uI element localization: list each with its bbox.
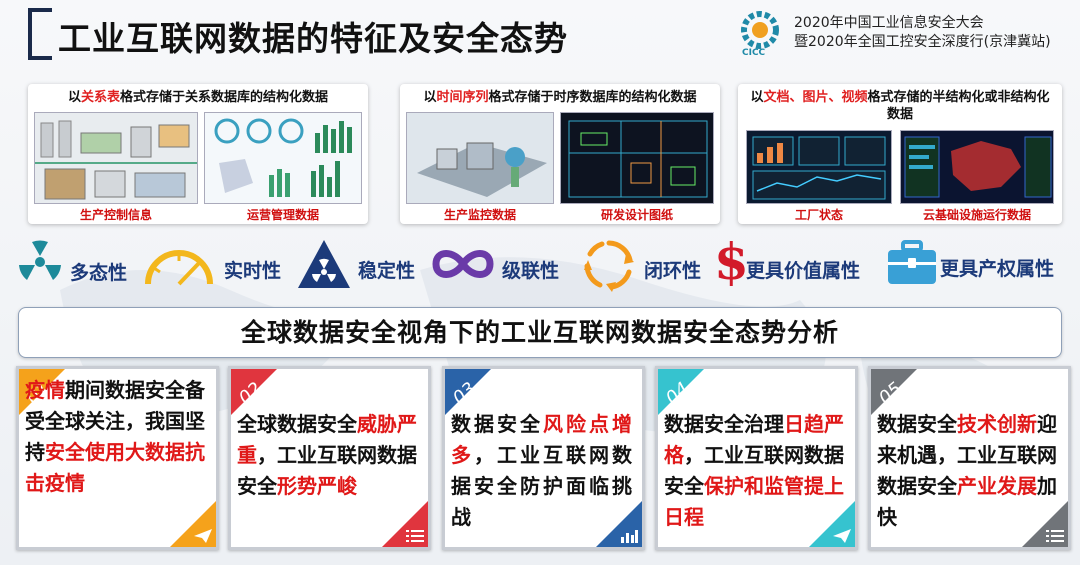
- highlight-text: 安全使用大数据抗击疫情: [25, 440, 205, 495]
- trend-card-05: 05 数据安全技术创新迎来机遇，工业互联网数据安全产业发展加快: [868, 366, 1071, 550]
- attribute-closedloop: 闭环性: [582, 236, 722, 296]
- card-text: 疫情期间数据安全备受全球关注，我国坚持安全使用大数据抗击疫情: [25, 375, 210, 499]
- cloud-infra-screenshot: [900, 130, 1054, 204]
- briefcase-icon: [888, 240, 936, 284]
- paper-plane-icon: [833, 529, 851, 543]
- panel-heading: 以文档、图片、视频格式存储的半结构化或非结构化数据: [750, 90, 1050, 122]
- data-panel-unstructured: 以文档、图片、视频格式存储的半结构化或非结构化数据 工厂状态 云基础设施运行数据: [738, 84, 1062, 224]
- bar-chart-icon: [621, 530, 638, 543]
- card-text: 全球数据安全威胁严重，工业互联网数据安全形势严峻: [237, 409, 422, 502]
- trend-card-03: 03 数据安全风险点增多，工业互联网数据安全防护面临挑战: [442, 366, 645, 550]
- radiation-icon: [19, 240, 61, 280]
- trend-card-01: 01 疫情期间数据安全备受全球关注，我国坚持安全使用大数据抗击疫情: [16, 366, 219, 550]
- conference-line-1: 2020年中国工业信息安全大会: [794, 15, 984, 31]
- speedometer-icon: [145, 250, 213, 286]
- attribute-realtime: 实时性: [142, 236, 292, 296]
- attribute-label: 稳定性: [358, 260, 416, 282]
- panel-heading: 以关系表格式存储于关系数据库的结构化数据: [67, 90, 329, 105]
- trend-card-04: 04 数据安全治理日趋严格，工业互联网数据安全保护和监管提上日程: [655, 366, 858, 550]
- caption-factory-status: 工厂状态: [794, 208, 843, 222]
- highlight-text: 产业发展: [957, 474, 1037, 498]
- body-text: 全球数据安全: [237, 412, 357, 436]
- production-monitor-screenshot: [406, 112, 554, 204]
- page-title: 工业互联网数据的特征及安全态势: [58, 19, 568, 58]
- highlight-text: 形势严峻: [277, 474, 357, 498]
- attribute-label: 闭环性: [644, 260, 702, 282]
- data-panel-relational: 以关系表格式存储于关系数据库的结构化数据 生产控制信息 运营管理数据: [28, 84, 368, 224]
- attribute-cascade: 级联性: [430, 236, 580, 296]
- hazard-triangle-icon: [298, 240, 350, 288]
- body-text: 数据安全治理: [664, 412, 784, 436]
- conference-line-2: 暨2020年全国工控安全深度行(京津冀站): [794, 34, 1051, 50]
- attribute-polymorphism: 多态性: [14, 236, 154, 296]
- caption-cloud-infra: 云基础设施运行数据: [922, 208, 1031, 222]
- caption-production-monitor: 生产监控数据: [443, 208, 516, 222]
- body-text: 数据安全: [877, 412, 957, 436]
- analysis-banner: 全球数据安全视角下的工业互联网数据安全态势分析: [18, 307, 1062, 358]
- caption-operations-data: 运营管理数据: [246, 208, 319, 222]
- caption-production-control: 生产控制信息: [79, 208, 152, 222]
- cycle-arrows-icon: [584, 240, 634, 292]
- title-bracket: [28, 8, 52, 60]
- svg-text:CICC: CICC: [742, 48, 766, 56]
- panel-heading: 以时间序列格式存储于时序数据库的结构化数据: [423, 90, 697, 105]
- paper-plane-icon: [194, 529, 212, 543]
- infinity-icon: [432, 250, 494, 278]
- conference-info: 2020年中国工业信息安全大会 暨2020年全国工控安全深度行(京津冀站): [794, 14, 1051, 52]
- factory-status-screenshot: [746, 130, 892, 204]
- attribute-stability: 稳定性: [296, 236, 426, 296]
- cicc-logo-icon: CICC: [741, 11, 779, 56]
- attribute-label: 实时性: [224, 260, 282, 282]
- caption-design-drawing: 研发设计图纸: [600, 208, 673, 222]
- banner-text: 全球数据安全视角下的工业互联网数据安全态势分析: [240, 318, 839, 347]
- data-panel-timeseries: 以时间序列格式存储于时序数据库的结构化数据 生产监控数据 研发设计图纸: [400, 84, 720, 224]
- slide: { "title": "工业互联网数据的特征及安全态势", "conferenc…: [0, 0, 1080, 565]
- production-control-screenshot: [34, 112, 198, 204]
- list-icon: [406, 530, 424, 542]
- highlight-text: 疫情: [25, 378, 65, 402]
- dollar-icon: $: [714, 232, 749, 291]
- attribute-value: $ 更具价值属性: [714, 232, 884, 296]
- trend-card-02: 02 全球数据安全威胁严重，工业互联网数据安全形势严峻: [228, 366, 431, 550]
- attribute-label: 级联性: [502, 260, 560, 282]
- design-drawing-screenshot: [560, 112, 714, 204]
- attribute-property: 更具产权属性: [886, 236, 1076, 296]
- list-icon: [1046, 530, 1064, 542]
- body-text: 数据安全: [451, 412, 543, 436]
- attribute-label: 多态性: [70, 262, 128, 284]
- attribute-label: 更具产权属性: [940, 258, 1055, 280]
- attribute-label: 更具价值属性: [746, 260, 861, 282]
- operations-dashboard-screenshot: [204, 112, 362, 204]
- highlight-text: 技术创新: [957, 412, 1037, 436]
